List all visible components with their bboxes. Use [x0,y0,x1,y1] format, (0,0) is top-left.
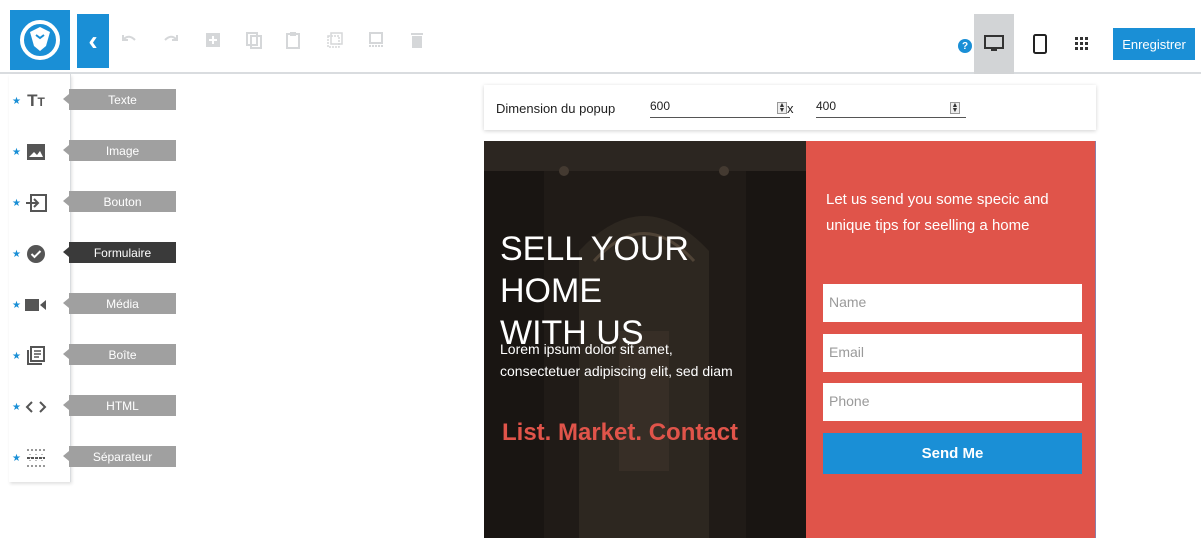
star-icon: ★ [12,453,21,464]
fox-logo-icon [20,20,60,60]
popup-intro-text: Let us send you some specic and unique t… [826,187,1088,239]
palette-item-image[interactable]: ★ [9,135,71,169]
grid-view-button[interactable] [1068,30,1096,58]
palette-tooltip-text: Texte [63,89,176,110]
separator-icon [24,447,48,469]
star-icon: ★ [12,249,21,260]
star-icon: ★ [12,402,21,413]
button-icon [24,192,48,214]
popup-image-panel[interactable]: SELL YOUR HOME WITH US Lorem ipsum dolor… [484,141,806,538]
app-logo [10,10,70,70]
palette-tooltip-image: Image [63,140,176,161]
palette-tooltip-separator: Séparateur [63,446,176,467]
form-check-icon [24,243,48,265]
popup-body-text: Lorem ipsum dolor sit amet, consectetuer… [500,338,790,382]
popup-form-panel[interactable]: Let us send you some specic and unique t… [806,141,1096,538]
body-line-1: Lorem ipsum dolor sit amet, [500,341,673,357]
popup-width-value: 600 [650,99,671,113]
back-button[interactable]: ‹ [77,14,109,68]
headline-line-1: SELL YOUR HOME [500,230,689,310]
palette-item-html[interactable]: ★ [9,390,71,424]
text-icon: TT [27,91,45,110]
top-toolbar: ‹ ? Enregistrer [0,0,1201,74]
box-icon [24,345,48,367]
duplicate-icon[interactable] [326,31,344,49]
code-icon [24,396,48,418]
copy-icon[interactable] [245,31,263,49]
redo-icon[interactable] [162,31,180,49]
palette-item-separator[interactable]: ★ [9,441,71,475]
body-line-2: consectetuer adipiscing elit, sed diam [500,363,733,379]
popup-tagline: List. Market. Contact [502,419,739,446]
palette-item-box[interactable]: ★ [9,339,71,373]
popup-preview[interactable]: SELL YOUR HOME WITH US Lorem ipsum dolor… [484,141,1096,538]
add-icon[interactable] [204,31,222,49]
tablet-view-button[interactable] [1026,30,1054,58]
palette-tooltip-box: Boîte [63,344,176,365]
star-icon: ★ [12,198,21,209]
paste-icon[interactable] [284,31,302,49]
popup-headline: SELL YOUR HOME WITH US [500,228,800,354]
grid-icon [1075,37,1088,50]
image-icon [24,141,48,163]
element-palette: ★ TT ★ ★ ★ ★ ★ ★ ★ [9,74,71,482]
undo-icon[interactable] [120,31,138,49]
phone-field[interactable]: Phone [823,383,1082,421]
star-icon: ★ [12,147,21,158]
popup-width-input[interactable]: 600 [650,99,790,118]
delete-icon[interactable] [408,31,426,49]
intro-line-2: unique tips for seelling a home [826,217,1030,234]
help-icon[interactable]: ? [958,39,972,53]
palette-item-media[interactable]: ★ [9,288,71,322]
send-me-button[interactable]: Send Me [823,433,1082,474]
palette-tooltip-media: Média [63,293,176,314]
intro-line-1: Let us send you some specic and [826,191,1049,208]
popup-height-value: 400 [816,99,837,113]
palette-item-text[interactable]: ★ TT [9,84,71,118]
star-icon: ★ [12,96,21,107]
palette-tooltip-html: HTML [63,395,176,416]
email-field[interactable]: Email [823,334,1082,372]
dimension-label: Dimension du popup [496,101,616,116]
save-button[interactable]: Enregistrer [1113,28,1195,60]
popup-dimension-bar: Dimension du popup 600 ▲ ▼ x 400 ▲ ▼ [484,85,1096,130]
group-icon[interactable] [367,31,385,49]
palette-item-form[interactable]: ★ [9,237,71,271]
height-spinner-icon[interactable]: ▲ ▼ [950,102,960,114]
palette-tooltip-form: Formulaire [63,242,176,263]
monitor-icon [984,35,1004,51]
help-label: ? [961,40,969,52]
star-icon: ★ [12,351,21,362]
palette-item-button[interactable]: ★ [9,186,71,220]
palette-tooltip-button: Bouton [63,191,176,212]
video-icon [24,294,48,316]
popup-height-input[interactable]: 400 [816,99,966,118]
desktop-view-button[interactable] [974,14,1014,74]
chevron-left-icon: ‹ [88,25,98,56]
width-spinner-icon[interactable]: ▲ ▼ [777,102,787,114]
name-field[interactable]: Name [823,284,1082,322]
dimension-separator: x [787,101,794,116]
tablet-icon [1033,34,1047,54]
star-icon: ★ [12,300,21,311]
